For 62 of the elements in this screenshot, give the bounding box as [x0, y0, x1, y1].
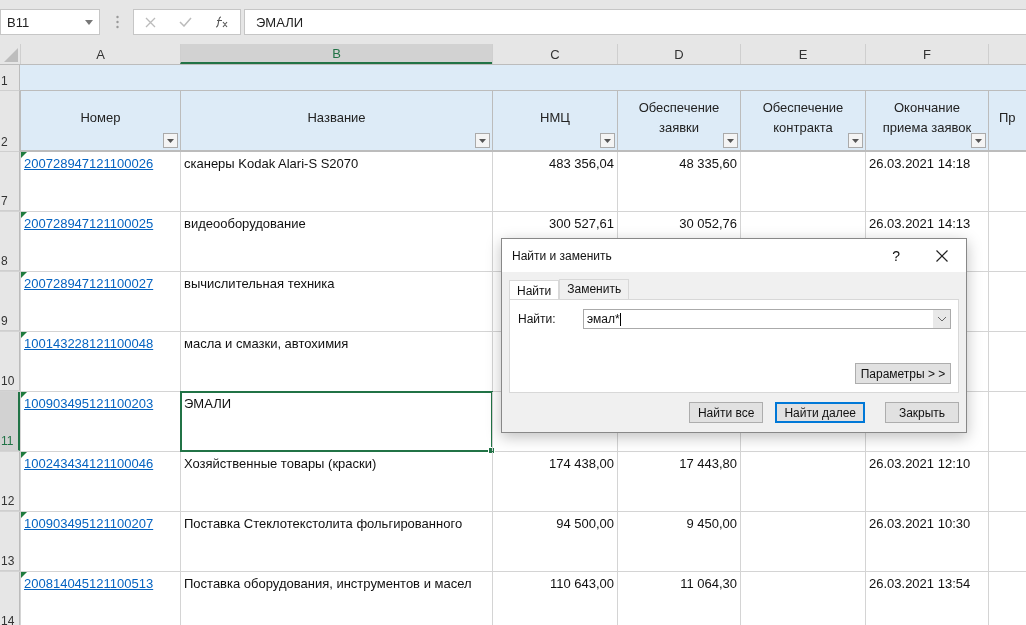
options-button[interactable]: Параметры > > — [855, 363, 951, 384]
row-header[interactable]: 13 — [0, 512, 20, 571]
table-cell: 174 438,00 — [492, 452, 617, 511]
dialog-button[interactable]: Найти все — [688, 402, 764, 423]
column-header[interactable]: C — [492, 44, 617, 64]
record-link[interactable]: 200728947121100027 — [24, 276, 154, 291]
column-header[interactable]: E — [740, 44, 865, 64]
row-header[interactable]: 12 — [0, 452, 20, 511]
table-cell: видеооборудование — [180, 212, 492, 271]
table-cell: вычислительная техника — [180, 272, 492, 331]
table-cell: 9 450,00 — [617, 512, 740, 571]
dialog-button[interactable]: Закрыть — [885, 402, 959, 423]
table-cell: 110 643,00 — [492, 572, 617, 625]
table-cell: 26.03.2021 14:18 — [865, 152, 988, 211]
row-header[interactable]: 14 — [0, 572, 20, 625]
record-link[interactable]: 200814045121100513 — [24, 576, 154, 591]
table-cell: Поставка оборудования, инструментов и масел — [180, 572, 492, 625]
column-header[interactable]: D — [617, 44, 740, 64]
record-link[interactable]: 100903495121100207 — [24, 516, 154, 531]
table-cell: 483 356,04 — [492, 152, 617, 211]
table-cell: 94 500,00 — [492, 512, 617, 571]
record-link[interactable]: 200728947121100026 — [24, 156, 154, 171]
name-box[interactable]: B11 — [0, 9, 100, 35]
row-header[interactable]: 10 — [0, 332, 20, 391]
column-heading: Окончание приема заявок — [881, 98, 973, 137]
row-header[interactable]: 8 — [0, 212, 20, 271]
column-heading: Обеспечение заявки — [637, 98, 721, 137]
row-header[interactable]: 1 — [0, 65, 20, 91]
column-heading: Обеспечение контракта — [761, 98, 845, 137]
formula-field[interactable]: ЭМАЛИ — [244, 9, 1026, 35]
column-heading: Пр — [999, 108, 1016, 127]
dialog-tab[interactable]: Найти — [509, 280, 560, 299]
table-cell: 11 064,30 — [617, 572, 740, 625]
record-link[interactable]: 100243434121100046 — [24, 456, 154, 471]
row-header[interactable]: 11 — [0, 392, 20, 451]
column-heading: Номер — [80, 108, 121, 127]
dialog-tab[interactable]: Заменить — [559, 279, 630, 299]
record-link[interactable]: 100903495121100203 — [24, 396, 154, 411]
table-cell: ЭМАЛИ — [180, 392, 492, 451]
column-heading: Название — [307, 108, 366, 127]
record-link[interactable]: 200728947121100025 — [24, 216, 154, 231]
find-label: Найти: — [518, 312, 557, 326]
table-cell: 26.03.2021 12:10 — [865, 452, 988, 511]
row-header[interactable]: 7 — [0, 152, 20, 211]
column-header[interactable]: B — [180, 44, 492, 64]
table-cell: 26.03.2021 10:30 — [865, 512, 988, 571]
table-cell: масла и смазки, автохимия — [180, 332, 492, 391]
record-link[interactable]: 100143228121100048 — [24, 336, 154, 351]
help-button[interactable]: ? — [892, 247, 900, 264]
row-header[interactable]: 9 — [0, 272, 20, 331]
table-cell: Поставка Стеклотекстолита фольгированного — [180, 512, 492, 571]
table-cell: сканеры Kodak Alari-S S2070 — [180, 152, 492, 211]
dialog-button[interactable]: Найти далее — [775, 402, 865, 423]
table-cell: 26.03.2021 13:54 — [865, 572, 988, 625]
table-cell: 48 335,60 — [617, 152, 740, 211]
table-cell: 17 443,80 — [617, 452, 740, 511]
find-field[interactable]: эмал* — [583, 309, 951, 329]
dialog-title: Найти и заменить — [512, 248, 612, 263]
column-header[interactable]: F — [865, 44, 988, 64]
row-header[interactable]: 2 — [0, 91, 20, 152]
table-cell: Хозяйственные товары (краски) — [180, 452, 492, 511]
column-heading: НМЦ — [540, 108, 570, 127]
